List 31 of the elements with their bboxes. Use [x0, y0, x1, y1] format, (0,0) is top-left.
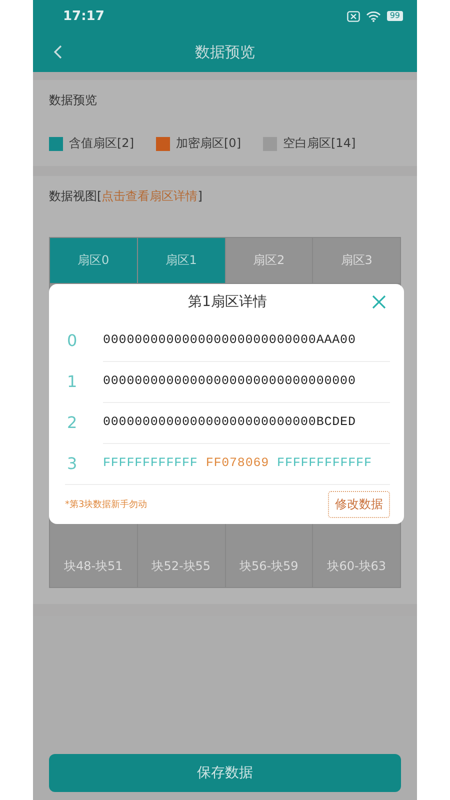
- status-time: 17:17: [63, 8, 104, 24]
- warning-note: *第3块数据新手勿动: [65, 498, 148, 511]
- block-data: 000000000000000000000000000BCDED: [103, 415, 356, 429]
- legend-label: 含值扇区[2]: [69, 135, 134, 152]
- save-data-button[interactable]: 保存数据: [49, 754, 401, 792]
- edit-data-button[interactable]: 修改数据: [328, 491, 390, 518]
- sector-tile[interactable]: 扇区0: [50, 238, 137, 283]
- legend-label: 空白扇区[14]: [283, 135, 356, 152]
- block-index: 3: [66, 454, 78, 473]
- dialog-title: 第1扇区详情: [188, 293, 267, 311]
- block-index: 1: [66, 372, 78, 391]
- block-index: 2: [66, 413, 78, 432]
- no-sim-icon: [346, 10, 360, 22]
- section-title: 数据视图[点击查看扇区详情]: [49, 188, 204, 205]
- sector-tile[interactable]: 扇区2: [226, 238, 312, 283]
- block-data: FFFFFFFFFFFF: [277, 456, 372, 470]
- wifi-icon: [366, 10, 381, 22]
- sector-details-link[interactable]: 点击查看扇区详情: [102, 189, 198, 203]
- page-title: 数据预览: [195, 42, 255, 62]
- back-icon[interactable]: [53, 44, 63, 60]
- close-icon[interactable]: [372, 295, 386, 309]
- battery-indicator: 99: [386, 11, 403, 21]
- section-title: 数据预览: [49, 92, 98, 109]
- block-data: 00000000000000000000000000000000: [103, 374, 356, 388]
- sector-tile[interactable]: 扇区3: [313, 238, 400, 283]
- block-data: 000000000000000000000000000AAA00: [103, 333, 356, 347]
- sector-tile[interactable]: 扇区1: [138, 238, 224, 283]
- legend-label: 加密扇区[0]: [176, 135, 241, 152]
- block-data: FFFFFFFFFFFF: [103, 456, 198, 470]
- block-index: 0: [66, 331, 78, 350]
- block-data: FF078069: [206, 456, 270, 470]
